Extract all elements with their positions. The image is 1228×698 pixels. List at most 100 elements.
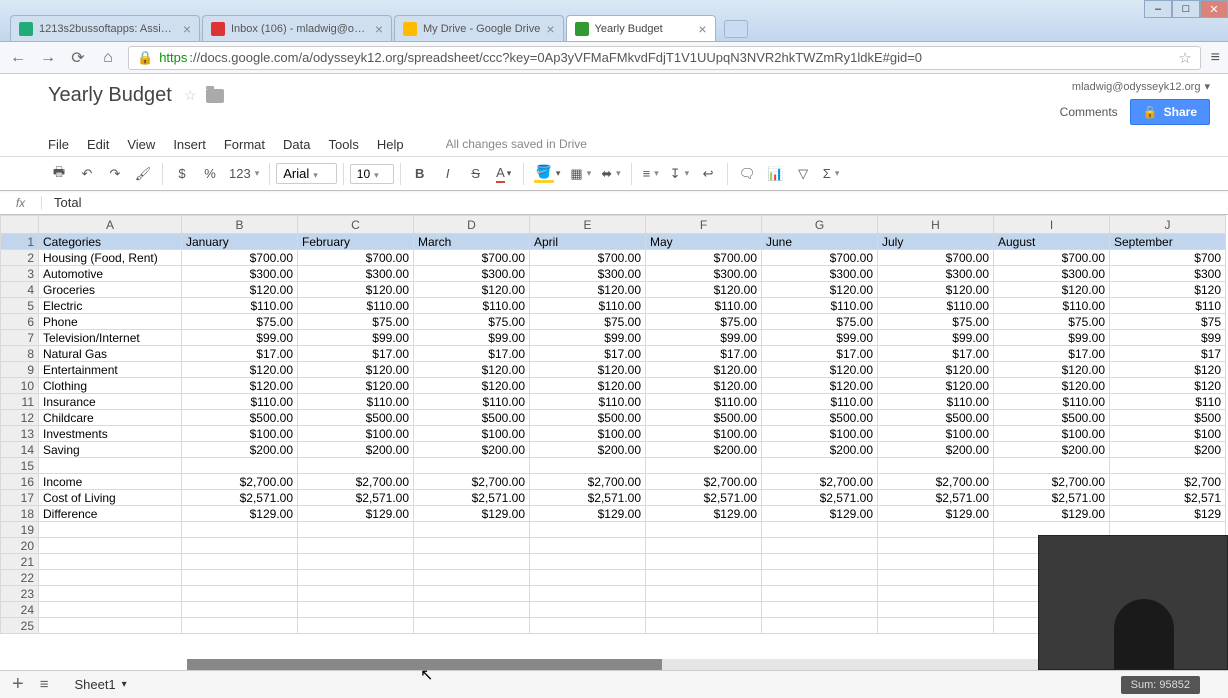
cell[interactable]: $99.00 <box>994 330 1110 346</box>
quick-sum-box[interactable]: Sum: 95852 <box>1121 676 1200 694</box>
cell[interactable]: $120 <box>1110 282 1226 298</box>
cell[interactable]: $300.00 <box>414 266 530 282</box>
cell[interactable] <box>182 570 298 586</box>
row-header[interactable]: 15 <box>1 458 39 474</box>
cell[interactable]: $99 <box>1110 330 1226 346</box>
chrome-menu-icon[interactable]: ≡ <box>1211 49 1220 67</box>
insert-chart-icon[interactable]: 📊 <box>762 161 788 187</box>
cell[interactable]: Clothing <box>39 378 182 394</box>
cell[interactable] <box>298 554 414 570</box>
cell[interactable]: Entertainment <box>39 362 182 378</box>
text-color-button[interactable]: A▾ <box>491 161 517 187</box>
cell[interactable]: $500.00 <box>878 410 994 426</box>
cell[interactable]: $700.00 <box>762 250 878 266</box>
cell[interactable]: $120.00 <box>994 362 1110 378</box>
cell[interactable]: $99.00 <box>646 330 762 346</box>
cell[interactable] <box>530 602 646 618</box>
cell[interactable] <box>414 618 530 634</box>
cell[interactable]: $2,571.00 <box>762 490 878 506</box>
cell[interactable] <box>530 570 646 586</box>
cell[interactable] <box>994 458 1110 474</box>
cell[interactable] <box>298 538 414 554</box>
folder-icon[interactable] <box>206 89 224 103</box>
cell[interactable]: $75.00 <box>994 314 1110 330</box>
cell[interactable]: $17.00 <box>762 346 878 362</box>
cell[interactable] <box>646 618 762 634</box>
cell[interactable]: Housing (Food, Rent) <box>39 250 182 266</box>
cell[interactable]: Income <box>39 474 182 490</box>
cell[interactable]: $120.00 <box>530 282 646 298</box>
cell[interactable]: $99.00 <box>530 330 646 346</box>
cell[interactable] <box>182 538 298 554</box>
cell[interactable]: $200.00 <box>994 442 1110 458</box>
cell[interactable]: $2,700.00 <box>182 474 298 490</box>
row-header[interactable]: 21 <box>1 554 39 570</box>
cell[interactable]: $110.00 <box>878 298 994 314</box>
cell[interactable]: $100.00 <box>298 426 414 442</box>
maximize-button[interactable]: □ <box>1172 0 1200 18</box>
column-header[interactable]: G <box>762 216 878 234</box>
select-all-corner[interactable] <box>1 216 39 234</box>
row-header[interactable]: 6 <box>1 314 39 330</box>
cell[interactable] <box>298 602 414 618</box>
cell[interactable]: $120.00 <box>298 362 414 378</box>
cell[interactable]: $110.00 <box>182 394 298 410</box>
cell[interactable]: $120.00 <box>298 282 414 298</box>
cell[interactable]: $300.00 <box>298 266 414 282</box>
cell[interactable] <box>182 554 298 570</box>
close-window-button[interactable]: ✕ <box>1200 0 1228 18</box>
cell[interactable]: $200.00 <box>646 442 762 458</box>
cell[interactable] <box>39 458 182 474</box>
cell[interactable]: $100.00 <box>182 426 298 442</box>
cell[interactable]: January <box>182 234 298 250</box>
cell[interactable]: $2,700.00 <box>878 474 994 490</box>
cell[interactable] <box>414 538 530 554</box>
cell[interactable] <box>762 554 878 570</box>
cell[interactable]: $700.00 <box>646 250 762 266</box>
filter-icon[interactable]: ▽ <box>790 161 816 187</box>
paint-format-icon[interactable]: 🖌 <box>130 161 156 187</box>
row-header[interactable]: 9 <box>1 362 39 378</box>
cell[interactable]: $200.00 <box>414 442 530 458</box>
cell[interactable]: $110.00 <box>298 298 414 314</box>
cell[interactable]: $500.00 <box>762 410 878 426</box>
add-sheet-button[interactable]: + <box>12 673 24 696</box>
cell[interactable]: $17.00 <box>878 346 994 362</box>
cell[interactable]: $200.00 <box>182 442 298 458</box>
number-format-button[interactable]: 123 <box>225 161 263 187</box>
cell[interactable]: $110.00 <box>762 298 878 314</box>
cell[interactable]: $100.00 <box>762 426 878 442</box>
cell[interactable]: July <box>878 234 994 250</box>
merge-cells-icon[interactable]: ⬌ <box>597 161 624 187</box>
cell[interactable]: $120 <box>1110 378 1226 394</box>
cell[interactable]: $100.00 <box>414 426 530 442</box>
cell[interactable] <box>298 586 414 602</box>
cell[interactable]: $500.00 <box>298 410 414 426</box>
cell[interactable] <box>182 618 298 634</box>
browser-tab[interactable]: My Drive - Google Drive× <box>394 15 564 41</box>
cell[interactable]: $2,571 <box>1110 490 1226 506</box>
cell[interactable]: $99.00 <box>298 330 414 346</box>
cell[interactable]: $700 <box>1110 250 1226 266</box>
all-sheets-icon[interactable]: ≡ <box>40 676 49 693</box>
cell[interactable]: $110.00 <box>646 298 762 314</box>
percent-format-button[interactable]: % <box>197 161 223 187</box>
cell[interactable]: $129.00 <box>994 506 1110 522</box>
cell[interactable]: $300 <box>1110 266 1226 282</box>
italic-button[interactable]: I <box>435 161 461 187</box>
cell[interactable]: Automotive <box>39 266 182 282</box>
row-header[interactable]: 1 <box>1 234 39 250</box>
cell[interactable] <box>414 554 530 570</box>
cell[interactable]: $129.00 <box>646 506 762 522</box>
cell[interactable]: $2,571.00 <box>414 490 530 506</box>
cell[interactable] <box>878 458 994 474</box>
cell[interactable]: $75.00 <box>530 314 646 330</box>
cell[interactable]: $120.00 <box>182 362 298 378</box>
row-header[interactable]: 23 <box>1 586 39 602</box>
cell[interactable]: $700.00 <box>994 250 1110 266</box>
cell[interactable]: Phone <box>39 314 182 330</box>
cell[interactable]: Difference <box>39 506 182 522</box>
cell[interactable]: $2,700.00 <box>994 474 1110 490</box>
cell[interactable] <box>414 458 530 474</box>
column-header[interactable]: D <box>414 216 530 234</box>
